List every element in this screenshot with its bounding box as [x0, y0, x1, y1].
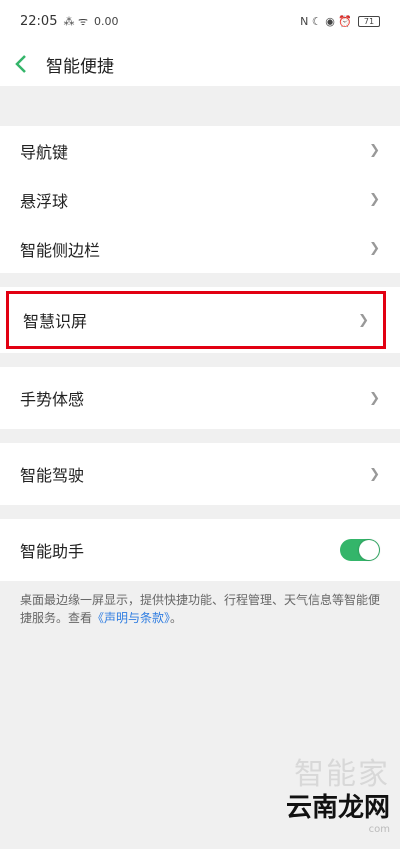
status-right: N ☾ ◉ ⏰ 71 [300, 15, 380, 28]
status-bar: 22:05 ⁂ ᯤ 0.00 N ☾ ◉ ⏰ 71 [0, 0, 400, 42]
watermark-line3: com [368, 824, 390, 835]
group-assistant: 智能助手 [0, 519, 400, 581]
nfc-moon-alarm-icons: N ☾ ◉ ⏰ [300, 14, 352, 28]
list-item-label: 智慧识屏 [23, 312, 88, 331]
list-item-smart-assistant: 智能助手 [0, 519, 400, 581]
list-item-label: 悬浮球 [20, 191, 69, 211]
list-item-label: 智能助手 [20, 542, 85, 561]
spacer [0, 86, 400, 126]
assistant-description: 桌面最边缘一屏显示，提供快捷功能、行程管理、天气信息等智能便捷服务。查看《声明与… [0, 581, 400, 637]
list-item-label: 手势体感 [20, 390, 85, 409]
description-end: 。 [170, 611, 183, 625]
list-item-smart-sidebar[interactable]: 智能侧边栏 ❯ [0, 224, 400, 273]
chevron-right-icon: ❯ [369, 241, 380, 256]
watermark: 智能家 云南龙网 com [286, 749, 390, 835]
signal-wifi-icon: ⁂ ᯤ [63, 14, 89, 28]
chevron-right-icon: ❯ [369, 390, 380, 406]
list-item-gesture-motion[interactable]: 手势体感 ❯ [0, 367, 400, 429]
terms-link[interactable]: 《声明与条款》 [92, 611, 170, 625]
description-text: 桌面最边缘一屏显示，提供快捷功能、行程管理、天气信息等智能便捷服务。查看 [20, 593, 381, 625]
status-time: 22:05 [20, 13, 58, 29]
status-left: 22:05 ⁂ ᯤ 0.00 [20, 14, 119, 29]
watermark-line2: 云南龙网 [285, 793, 390, 823]
list-item-label: 导航键 [20, 142, 69, 162]
spacer [0, 353, 400, 367]
spacer [0, 505, 400, 519]
spacer [0, 429, 400, 443]
assistant-toggle[interactable] [340, 539, 380, 561]
chevron-right-icon: ❯ [369, 143, 380, 158]
chevron-right-icon: ❯ [358, 312, 369, 328]
list-item-nav-keys[interactable]: 导航键 ❯ [0, 126, 400, 175]
list-item-smart-driving[interactable]: 智能驾驶 ❯ [0, 443, 400, 505]
network-speed: 0.00 [94, 14, 119, 28]
toggle-knob [359, 540, 379, 560]
back-chevron-icon[interactable] [14, 52, 38, 76]
page-title: 智能便捷 [46, 56, 114, 77]
highlight-box: 智慧识屏 ❯ [6, 291, 386, 349]
list-item-label: 智能侧边栏 [20, 240, 101, 260]
header: 智能便捷 [0, 42, 400, 86]
group-navigation: 导航键 ❯ 悬浮球 ❯ 智能侧边栏 ❯ [0, 126, 400, 273]
chevron-right-icon: ❯ [369, 466, 380, 482]
battery-level: 71 [363, 16, 375, 26]
list-item-label: 智能驾驶 [20, 466, 85, 485]
battery-icon: 71 [358, 15, 380, 27]
chevron-right-icon: ❯ [369, 192, 380, 207]
list-item-smart-screen-recognition[interactable]: 智慧识屏 ❯ [9, 294, 383, 346]
group-screen-recognition: 智慧识屏 ❯ [0, 287, 400, 353]
group-gesture: 手势体感 ❯ [0, 367, 400, 429]
list-item-floating-ball[interactable]: 悬浮球 ❯ [0, 175, 400, 224]
spacer [0, 273, 400, 287]
group-driving: 智能驾驶 ❯ [0, 443, 400, 505]
